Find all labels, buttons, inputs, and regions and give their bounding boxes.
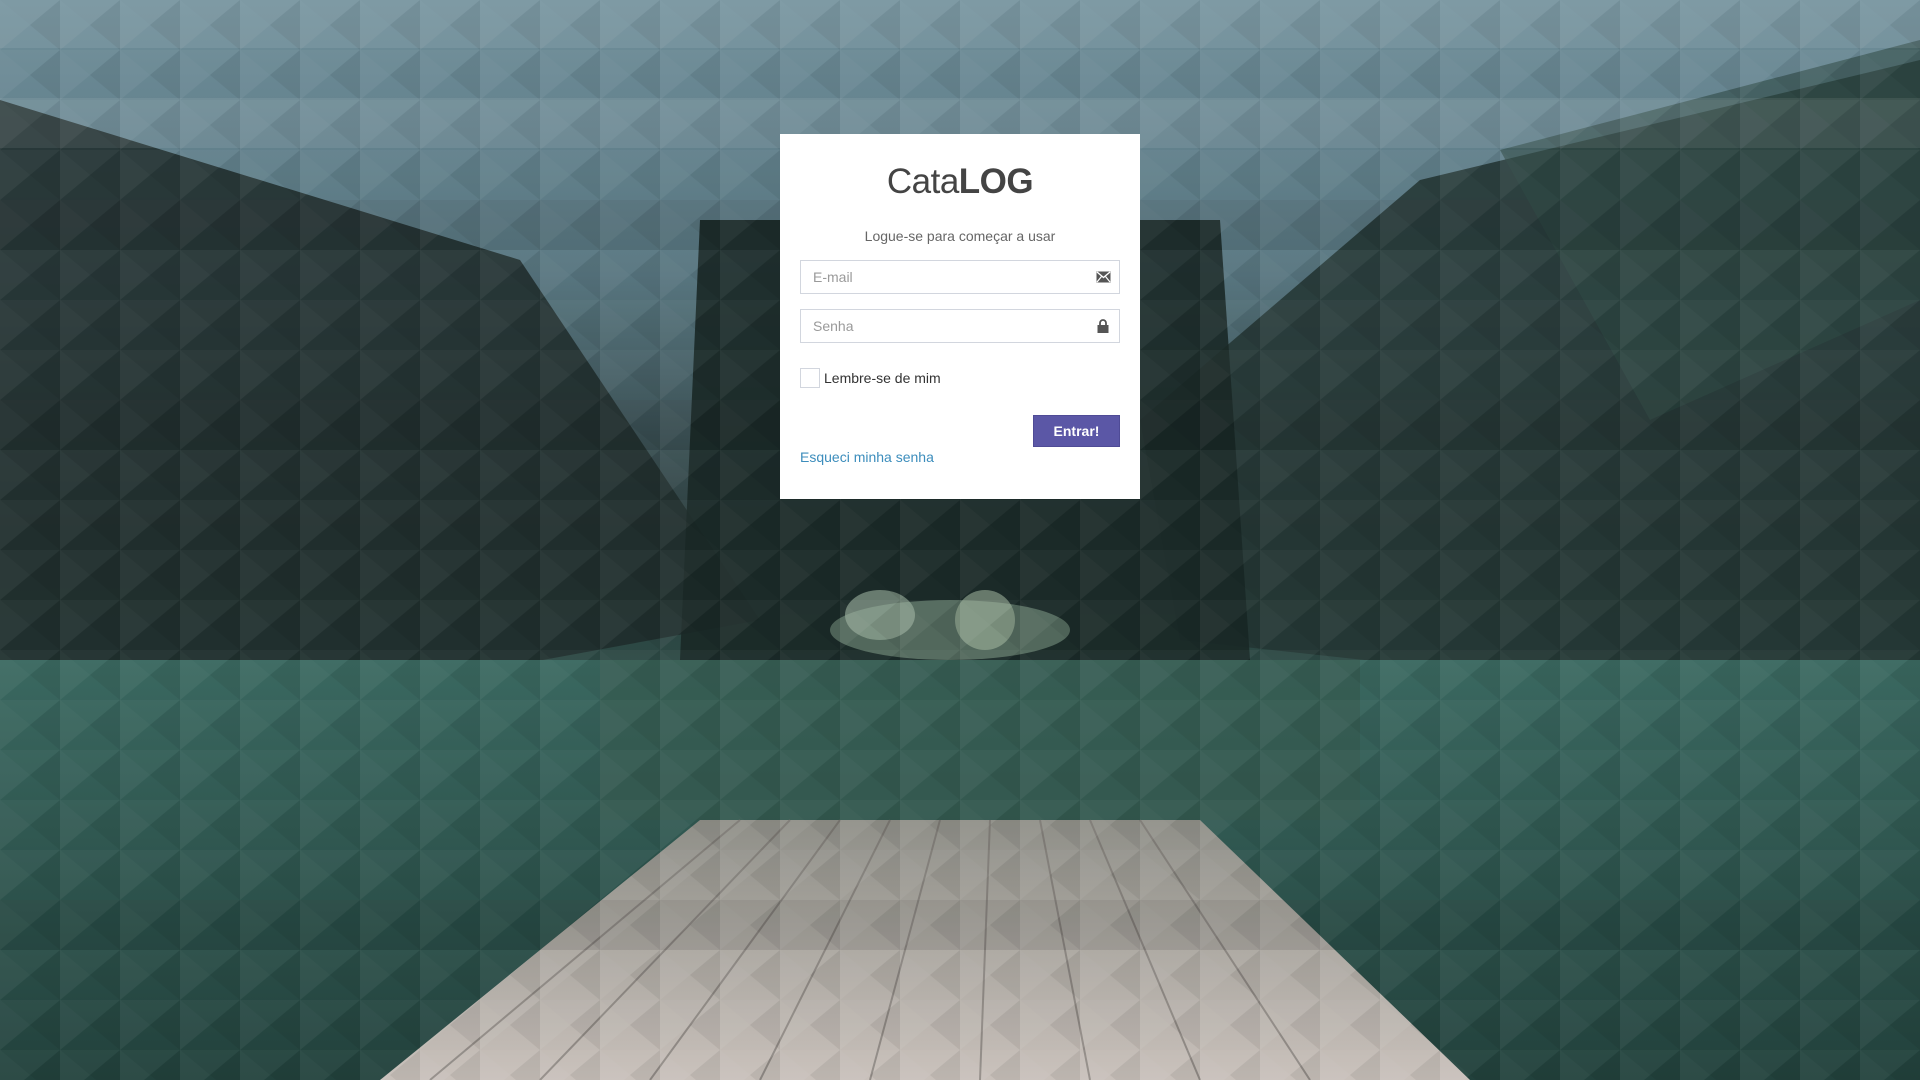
email-input[interactable] bbox=[800, 260, 1120, 294]
login-button[interactable]: Entrar! bbox=[1033, 415, 1120, 447]
envelope-icon bbox=[1095, 269, 1111, 285]
login-box: CataLOG Logue-se para começar a usar Lem… bbox=[780, 134, 1140, 499]
app-logo: CataLOG bbox=[800, 160, 1120, 204]
password-input[interactable] bbox=[800, 309, 1120, 343]
remember-checkbox[interactable] bbox=[800, 368, 820, 388]
logo-bold-text: LOG bbox=[958, 162, 1034, 201]
password-field-group bbox=[800, 309, 1120, 343]
remember-me: Lembre-se de mim bbox=[800, 367, 1120, 389]
remember-label[interactable]: Lembre-se de mim bbox=[824, 370, 941, 386]
logo-light-text: Cata bbox=[886, 162, 959, 201]
forgot-password-link[interactable]: Esqueci minha senha bbox=[800, 449, 934, 465]
email-field-group bbox=[800, 260, 1120, 294]
login-subtitle: Logue-se para começar a usar bbox=[864, 228, 1056, 244]
login-actions: Entrar! Esqueci minha senha bbox=[800, 415, 1120, 469]
lock-icon bbox=[1095, 318, 1111, 334]
